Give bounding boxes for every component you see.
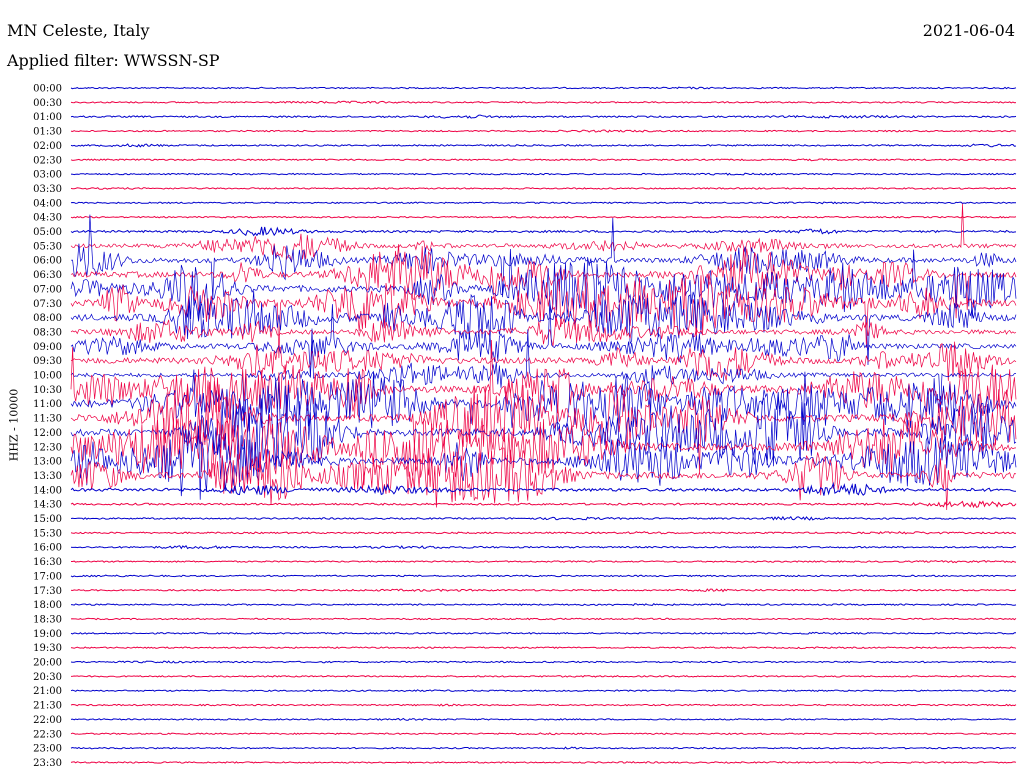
row-time-label: 04:30: [33, 213, 62, 224]
row-time-label: 03:00: [33, 170, 62, 181]
trace-row: [70, 689, 1017, 693]
row-time-label: 07:00: [33, 284, 62, 295]
row-time-label: 21:00: [33, 686, 62, 697]
row-time-label: 11:30: [33, 414, 62, 425]
trace-row: [70, 201, 1016, 205]
row-time-label: 14:30: [33, 500, 62, 511]
row-time-label: 01:30: [33, 127, 62, 138]
row-time-label: 02:00: [33, 141, 62, 152]
helicorder-plot: 00:00 00:30 01:00 01:30 02:00 02:30 03:00 03:30…: [33, 84, 1017, 769]
row-time-label: 09:30: [33, 356, 62, 367]
trace-row: [70, 172, 1017, 176]
trace-row: [70, 617, 1017, 621]
trace-row: [70, 100, 1017, 104]
row-time-label: 09:00: [33, 342, 62, 353]
row-time-label: 13:00: [33, 457, 62, 468]
row-time-label: 08:00: [33, 313, 62, 324]
row-time-label: 15:30: [33, 528, 62, 539]
row-time-label: 01:00: [33, 112, 62, 123]
row-time-label: 23:30: [33, 758, 62, 769]
trace-row: [70, 515, 1017, 521]
row-time-label: 12:00: [33, 428, 62, 439]
trace-row: [70, 660, 1017, 664]
trace-row: [70, 675, 1017, 678]
trace-row: [70, 760, 1017, 764]
row-time-label: 14:00: [33, 485, 62, 496]
row-time-label: 16:30: [33, 557, 62, 568]
row-time-label: 11:00: [33, 399, 62, 410]
row-time-label: 03:30: [33, 184, 62, 195]
row-time-label: 10:30: [33, 385, 62, 396]
row-time-label: 06:00: [33, 256, 62, 267]
trace-row: [71, 560, 1017, 564]
trace-row: [70, 531, 1017, 535]
row-time-label: 00:00: [33, 84, 62, 95]
trace-row: [70, 86, 1017, 90]
trace-row: [70, 588, 1017, 593]
trace-rows: [70, 86, 1017, 764]
trace-row: [70, 186, 1017, 190]
row-time-label: 05:30: [33, 241, 62, 252]
row-time-label: 13:30: [33, 471, 62, 482]
trace-row: [70, 143, 1017, 148]
trace-row: [70, 732, 1017, 736]
row-time-label: 21:30: [33, 701, 62, 712]
row-time-label: 12:30: [33, 442, 62, 453]
trace-row: [70, 746, 1017, 750]
row-time-label: 19:00: [33, 629, 62, 640]
row-time-label: 16:00: [33, 543, 62, 554]
trace-row: [70, 481, 1016, 496]
row-time-label: 07:30: [33, 299, 62, 310]
trace-row: [70, 703, 1017, 707]
row-time-label: 15:00: [33, 514, 62, 525]
row-time-label: 04:00: [33, 198, 62, 209]
row-labels: 00:00 00:30 01:00 01:30 02:00 02:30 03:00 03:30…: [33, 84, 62, 769]
trace-row: [70, 226, 1017, 237]
trace-row: [70, 500, 1017, 509]
trace-row: [70, 545, 1017, 550]
row-time-label: 22:00: [33, 715, 62, 726]
row-time-label: 02:30: [33, 155, 62, 166]
row-time-label: 23:00: [33, 744, 62, 755]
row-time-label: 05:00: [33, 227, 62, 238]
row-time-label: 22:30: [33, 729, 62, 740]
trace-row: [70, 317, 1017, 347]
trace-row: [70, 631, 1016, 635]
row-time-label: 08:30: [33, 327, 62, 338]
row-time-label: 20:30: [33, 672, 62, 683]
row-time-label: 17:30: [33, 586, 62, 597]
trace-row: [70, 215, 1017, 219]
trace-row: [70, 436, 1017, 511]
trace-row: [70, 300, 1017, 377]
trace-row: [70, 114, 1017, 119]
row-time-label: 20:00: [33, 658, 62, 669]
row-time-label: 19:30: [33, 643, 62, 654]
row-time-label: 18:00: [33, 600, 62, 611]
trace-row: [70, 574, 1017, 578]
trace-row: [70, 717, 1017, 721]
trace-row: [70, 646, 1017, 650]
row-time-label: 18:30: [33, 614, 62, 625]
row-time-label: 17:00: [33, 571, 62, 582]
row-time-label: 06:30: [33, 270, 62, 281]
row-time-label: 10:00: [33, 371, 62, 382]
trace-row: [70, 158, 1017, 162]
trace-row: [70, 394, 1017, 473]
trace-row: [70, 129, 1017, 133]
row-time-label: 00:30: [33, 98, 62, 109]
trace-row: [70, 603, 1017, 607]
